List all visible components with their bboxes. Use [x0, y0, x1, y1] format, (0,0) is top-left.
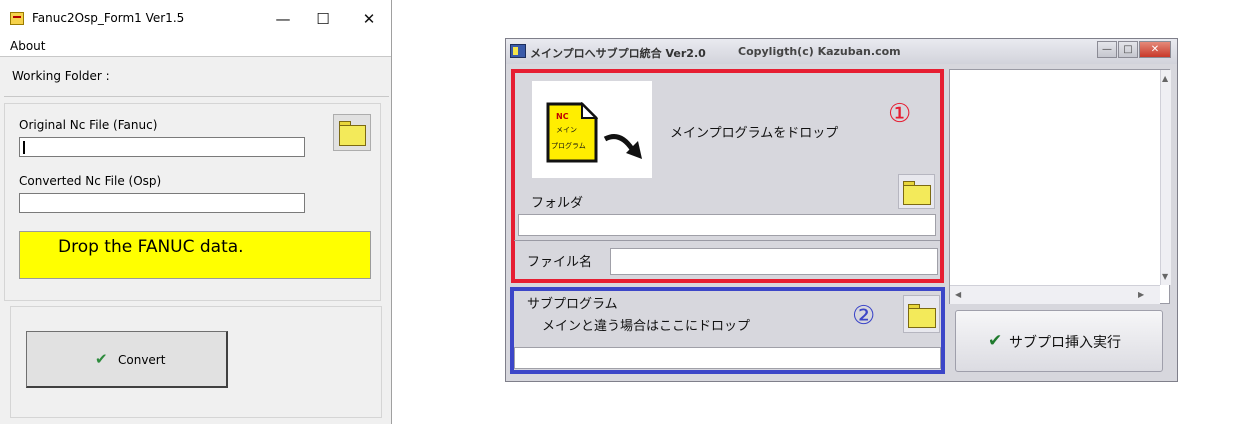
- filename-label: ファイル名: [527, 255, 593, 270]
- sub-program-hint: メインと違う場合はここにドロップ: [542, 319, 751, 334]
- doc-icon-nc: NC: [556, 112, 569, 121]
- scroll-down-icon[interactable]: ▼: [1162, 272, 1168, 281]
- minimize-button[interactable]: —: [270, 6, 296, 32]
- fanuc2osp-window: Fanuc2Osp_Form1 Ver1.5 — ☐ ✕ About Worki…: [0, 0, 392, 424]
- drop-zone-text: Drop the FANUC data.: [58, 237, 244, 257]
- check-icon: ✔: [988, 331, 1003, 351]
- convert-button-label: Convert: [118, 353, 166, 367]
- doc-icon-program: プログラム: [551, 141, 586, 150]
- maximize-button[interactable]: □: [1118, 41, 1138, 58]
- browse-folder-button[interactable]: [333, 114, 371, 151]
- copyright-text: Copyligth(c) Kazuban.com: [738, 45, 901, 58]
- sub-program-label: サブプログラム: [527, 297, 618, 312]
- app-icon: [510, 44, 526, 58]
- section-separator: [514, 240, 940, 241]
- filename-input[interactable]: [610, 248, 938, 275]
- minimize-button[interactable]: —: [1097, 41, 1117, 58]
- subprogram-merge-window: メインプロへサブプロ統合 Ver2.0 Copyligth(c) Kazuban…: [505, 38, 1178, 382]
- scroll-left-icon[interactable]: ◀: [955, 290, 961, 299]
- app-icon: [10, 12, 24, 25]
- original-file-label: Original Nc File (Fanuc): [19, 118, 158, 132]
- insert-subprogram-label: サブプロ挿入実行: [1009, 335, 1121, 351]
- main-folder-button[interactable]: [898, 174, 935, 209]
- original-file-input[interactable]: [19, 137, 305, 157]
- scroll-right-icon[interactable]: ▶: [1138, 290, 1144, 299]
- working-folder-divider: [4, 96, 389, 97]
- menu-about[interactable]: About: [10, 39, 45, 53]
- nc-document-icon: NC メイン プログラム: [546, 102, 598, 163]
- doc-icon-main: メイン: [556, 126, 577, 134]
- result-list[interactable]: [949, 69, 1170, 304]
- sub-program-input[interactable]: [514, 347, 941, 369]
- check-icon: ✔: [95, 350, 108, 368]
- close-button[interactable]: ✕: [1139, 41, 1171, 58]
- menu-divider: [0, 56, 391, 57]
- horizontal-scrollbar[interactable]: [950, 285, 1160, 304]
- maximize-button[interactable]: ☐: [310, 6, 336, 32]
- folder-label: フォルダ: [531, 196, 584, 211]
- working-folder-label: Working Folder :: [12, 69, 110, 83]
- window-title: メインプロへサブプロ統合 Ver2.0: [530, 47, 706, 60]
- drop-arrow-icon: [603, 134, 642, 159]
- converted-file-input[interactable]: [19, 193, 305, 213]
- text-caret: [23, 141, 25, 154]
- close-button[interactable]: ✕: [356, 6, 382, 32]
- vertical-scrollbar[interactable]: [1160, 70, 1171, 285]
- step-1-marker: ①: [888, 99, 912, 129]
- main-drop-label: メインプログラムをドロップ: [670, 126, 839, 141]
- sub-folder-button[interactable]: [903, 295, 940, 333]
- window-title: Fanuc2Osp_Form1 Ver1.5: [32, 11, 185, 25]
- scroll-up-icon[interactable]: ▲: [1162, 74, 1168, 83]
- step-2-marker: ②: [852, 301, 876, 331]
- menu-bar: [0, 36, 391, 56]
- folder-path-input[interactable]: [518, 214, 936, 236]
- converted-file-label: Converted Nc File (Osp): [19, 174, 162, 188]
